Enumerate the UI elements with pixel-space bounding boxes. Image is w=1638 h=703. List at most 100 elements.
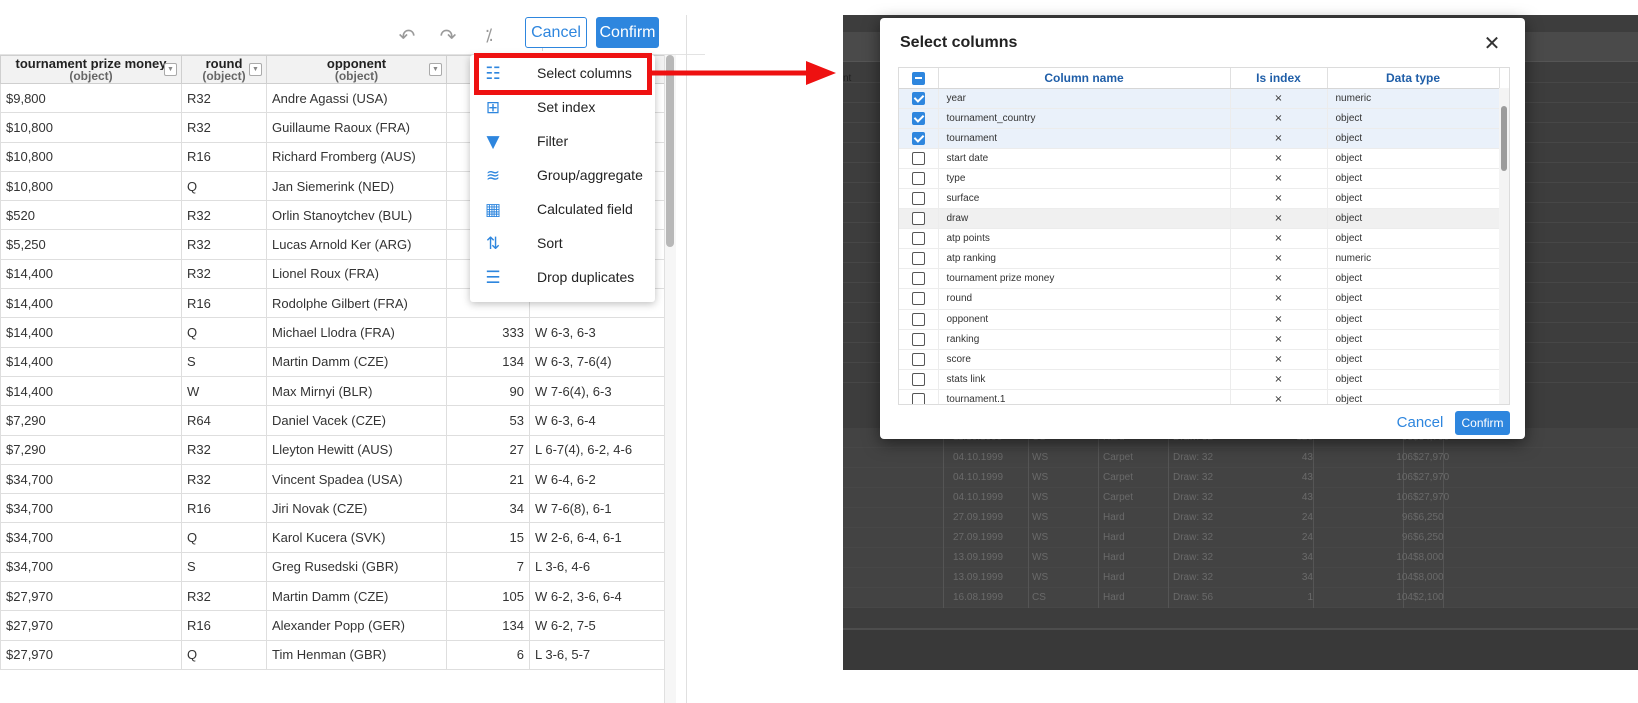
column-checkbox-cell[interactable] <box>899 389 939 404</box>
menu-item-calculated-field[interactable]: ▦ Calculated field <box>470 193 655 227</box>
confirm-button[interactable]: Confirm <box>596 17 659 48</box>
undo-icon[interactable]: ↶ <box>394 23 420 49</box>
background-cell: Draw: 32 <box>1173 492 1214 503</box>
column-checkbox[interactable] <box>911 292 925 306</box>
background-cell: 16.08.1999 <box>953 592 1004 603</box>
column-option-row[interactable]: opponent × object <box>899 309 1500 330</box>
column-option-row[interactable]: tournament × object <box>899 128 1500 149</box>
column-option-row[interactable]: ranking × object <box>899 329 1500 350</box>
table-cell: Max Mirnyi (BLR) <box>266 375 447 407</box>
table-row[interactable]: $14,400 S Martin Damm (CZE) 134 W 6-3, 7-6(4… <box>0 346 676 377</box>
column-option-row[interactable]: start date × object <box>899 148 1500 169</box>
background-cell: 34 <box>1301 552 1313 563</box>
column-checkbox[interactable] <box>911 91 925 105</box>
column-checkbox-cell[interactable] <box>899 309 939 330</box>
menu-item-filter[interactable]: ▼ Filter <box>470 125 655 159</box>
column-checkbox-cell[interactable] <box>899 268 939 290</box>
column-checkbox[interactable] <box>911 171 925 185</box>
background-divider <box>1313 468 1314 488</box>
dialog-confirm-button[interactable]: Confirm <box>1455 411 1510 435</box>
column-checkbox[interactable] <box>911 392 925 404</box>
table-row[interactable]: $27,970 Q Tim Henman (GBR) 6 L 3-6, 5-7 <box>0 639 676 670</box>
column-option-row[interactable]: surface × object <box>899 188 1500 210</box>
column-option-row[interactable]: round × object <box>899 288 1500 310</box>
column-option-row[interactable]: atp ranking × numeric <box>899 248 1500 270</box>
dialog-cancel-button[interactable]: Cancel <box>1393 411 1447 435</box>
table-cell: W 6-2, 7-5 <box>529 610 676 641</box>
background-divider <box>1028 448 1029 468</box>
background-cell: Hard <box>1103 592 1125 603</box>
table-row[interactable]: $34,700 Q Karol Kucera (SVK) 15 W 2-6, 6-4, … <box>0 522 676 553</box>
column-header[interactable]: opponent (object) ▼ <box>266 55 447 84</box>
column-checkbox-cell[interactable] <box>899 329 939 350</box>
column-checkbox[interactable] <box>911 372 925 386</box>
column-checkbox[interactable] <box>911 192 925 206</box>
magic-wand-icon[interactable]: ⁒ <box>476 23 502 49</box>
column-checkbox-cell[interactable] <box>899 248 939 270</box>
column-option-row[interactable]: stats link × object <box>899 369 1500 390</box>
table-row[interactable]: $7,290 R32 Lleyton Hewitt (AUS) 27 L 6-7(4),… <box>0 434 676 465</box>
table-row[interactable]: $34,700 R16 Jiri Novak (CZE) 34 W 7-6(8), 6-… <box>0 493 676 524</box>
table-row[interactable]: $27,970 R16 Alexander Popp (GER) 134 W 6-2, … <box>0 610 676 641</box>
column-header[interactable]: round (object) ▼ <box>181 55 267 84</box>
column-filter-icon[interactable]: ▼ <box>249 63 262 76</box>
column-option-row[interactable]: draw × object <box>899 208 1500 230</box>
column-filter-icon[interactable]: ▼ <box>164 63 177 76</box>
column-checkbox[interactable] <box>911 352 925 366</box>
column-checkbox[interactable] <box>911 232 925 246</box>
column-checkbox[interactable] <box>911 111 925 125</box>
column-option-row[interactable]: tournament_country × object <box>899 108 1500 129</box>
background-cell: Draw: 32 <box>1173 512 1214 523</box>
redo-icon[interactable]: ↷ <box>435 23 461 49</box>
table-cell: 7 <box>446 551 530 583</box>
column-checkbox[interactable] <box>911 151 925 165</box>
table-row[interactable]: $7,290 R64 Daniel Vacek (CZE) 53 W 6-3, 6-4 <box>0 405 676 436</box>
table-cell: Q <box>181 317 267 348</box>
background-cell: Carpet <box>1103 472 1134 483</box>
table-cell: 27 <box>446 434 530 465</box>
column-checkbox-cell[interactable] <box>899 128 939 149</box>
table-row[interactable]: $34,700 S Greg Rusedski (GBR) 7 L 3-6, 4-6 <box>0 551 676 583</box>
column-checkbox[interactable] <box>911 312 925 326</box>
column-option-row[interactable]: year × numeric <box>899 88 1500 109</box>
calculator-icon: ▦ <box>484 200 502 220</box>
column-checkbox-cell[interactable] <box>899 349 939 370</box>
column-checkbox-cell[interactable] <box>899 288 939 310</box>
column-checkbox[interactable] <box>911 252 925 266</box>
column-checkbox[interactable] <box>911 212 925 226</box>
table-cell: $34,700 <box>0 463 182 495</box>
column-checkbox-cell[interactable] <box>899 208 939 230</box>
column-option-row[interactable]: type × object <box>899 168 1500 189</box>
column-checkbox[interactable] <box>911 332 925 346</box>
column-checkbox-cell[interactable] <box>899 168 939 189</box>
background-cell: 104 <box>1396 572 1413 583</box>
column-checkbox-cell[interactable] <box>899 108 939 129</box>
column-option-row[interactable]: tournament prize money × object <box>899 268 1500 290</box>
menu-item-sort[interactable]: ⇅ Sort <box>470 227 655 261</box>
table-row[interactable]: $14,400 Q Michael Llodra (FRA) 333 W 6-3, 6-… <box>0 317 676 348</box>
table-row[interactable]: $27,970 R32 Martin Damm (CZE) 105 W 6-2, 3-6… <box>0 581 676 612</box>
dialog-scrollbar-thumb[interactable] <box>1501 106 1507 171</box>
cancel-button[interactable]: Cancel <box>525 17 587 48</box>
menu-item-set-index[interactable]: ⊞ Set index <box>470 91 655 125</box>
select-all-checkbox[interactable] <box>911 71 925 85</box>
column-option-row[interactable]: atp points × object <box>899 228 1500 250</box>
columns-table: Column name Is index Data type year × nume… <box>898 67 1510 405</box>
column-header[interactable]: tournament prize money (object) ▼ <box>0 55 182 84</box>
column-option-row[interactable]: tournament.1 × object <box>899 389 1500 404</box>
table-row[interactable]: $14,400 W Max Mirnyi (BLR) 90 W 7-6(4), 6-3 <box>0 375 676 407</box>
menu-item-group-aggregate[interactable]: ≋ Group/aggregate <box>470 159 655 193</box>
column-checkbox-cell[interactable] <box>899 88 939 109</box>
close-icon[interactable]: ✕ <box>1481 32 1503 54</box>
table-row[interactable]: $34,700 R32 Vincent Spadea (USA) 21 W 6-4, 6… <box>0 463 676 495</box>
column-checkbox[interactable] <box>911 131 925 145</box>
menu-item-drop-duplicates[interactable]: ☰ Drop duplicates <box>470 261 655 295</box>
column-option-row[interactable]: score × object <box>899 349 1500 370</box>
select-all-checkbox-cell[interactable] <box>899 68 939 89</box>
column-checkbox-cell[interactable] <box>899 148 939 169</box>
column-filter-icon[interactable]: ▼ <box>429 63 442 76</box>
column-checkbox[interactable] <box>911 272 925 286</box>
column-checkbox-cell[interactable] <box>899 228 939 250</box>
column-checkbox-cell[interactable] <box>899 188 939 210</box>
column-checkbox-cell[interactable] <box>899 369 939 390</box>
